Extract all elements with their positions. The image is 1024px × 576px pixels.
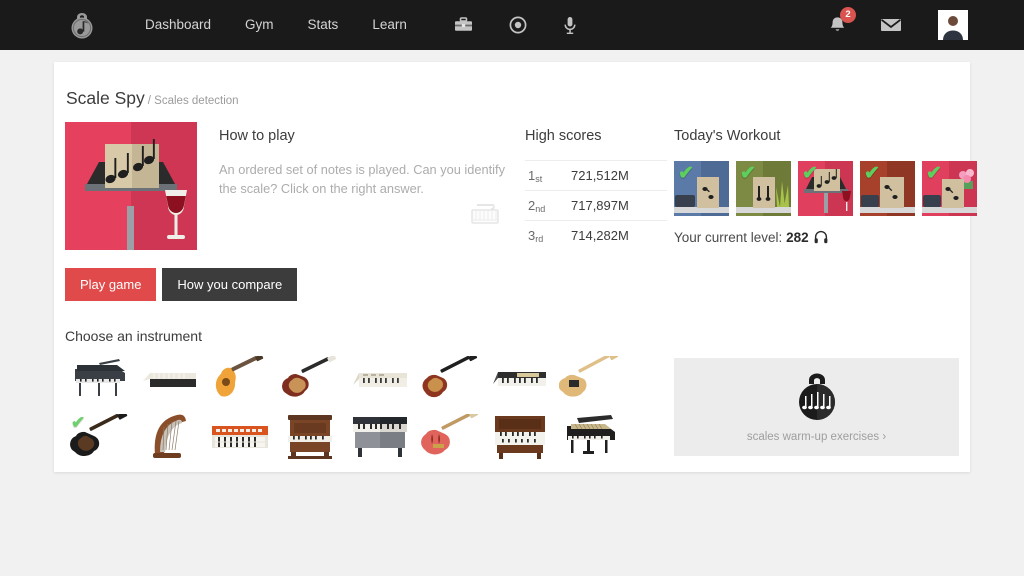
- table-row: 2nd 717,897M: [525, 191, 667, 221]
- play-game-button[interactable]: Play game: [65, 268, 157, 301]
- warmup-exercises-label: scales warm-up exercises ›: [746, 430, 887, 443]
- check-icon: ✔: [802, 163, 818, 184]
- check-icon: ✔: [864, 163, 880, 184]
- current-level: Your current level: 282: [674, 230, 977, 245]
- nav-icon-group: [436, 16, 595, 35]
- instrument-keyboard-slim[interactable]: [135, 354, 205, 402]
- instrument-grand-piano-black[interactable]: [65, 354, 135, 402]
- briefcase-icon[interactable]: [436, 16, 491, 34]
- action-buttons: Play game How you compare: [65, 268, 298, 301]
- current-level-label: Your current level:: [674, 230, 783, 245]
- instrument-acoustic-guitar[interactable]: [205, 354, 275, 402]
- instrument-upright-piano-wood[interactable]: [275, 412, 345, 460]
- high-scores-title: High scores: [525, 128, 602, 144]
- instrument-analog-synth-orange[interactable]: [205, 412, 275, 460]
- todays-workout-title: Today's Workout: [674, 128, 781, 144]
- workout-thumb-1[interactable]: ✔: [674, 161, 729, 216]
- messages-button[interactable]: [862, 17, 920, 33]
- how-you-compare-button[interactable]: How you compare: [162, 268, 298, 301]
- microphone-icon[interactable]: [545, 16, 595, 35]
- nav-link-stats[interactable]: Stats: [291, 0, 356, 50]
- check-icon: ✔: [71, 413, 86, 432]
- headphones-icon: [814, 230, 828, 244]
- page-title: Scale Spy / Scales detection: [66, 88, 239, 109]
- instrument-organ-keyboard[interactable]: [485, 354, 555, 402]
- score-rank: 3rd: [528, 228, 544, 244]
- kettlebell-music-note-logo[interactable]: [64, 7, 100, 43]
- score-rank: 2nd: [528, 198, 546, 214]
- navbar-right: 2: [813, 6, 968, 40]
- instrument-pipe-organ-wood[interactable]: [485, 412, 555, 460]
- workout-thumb-2[interactable]: ✔: [736, 161, 791, 216]
- avatar[interactable]: [938, 10, 968, 40]
- notification-badge: 2: [840, 6, 856, 23]
- current-level-value: 282: [786, 230, 809, 245]
- kettlebell-notes-icon: [798, 373, 835, 420]
- choose-instrument-title: Choose an instrument: [65, 328, 202, 344]
- instrument-grid: ✔: [65, 354, 625, 460]
- todays-workout-section: Today's Workout ✔ ✔ ✔ ✔ ✔ Your current l…: [674, 128, 977, 245]
- nav-link-dashboard[interactable]: Dashboard: [128, 0, 228, 50]
- page-title-main: Scale Spy: [66, 88, 145, 108]
- instrument-electric-guitar-sunburst[interactable]: [275, 354, 345, 402]
- instrument-les-paul-black[interactable]: ✔: [65, 412, 135, 460]
- instrument-electric-piano-grey[interactable]: [345, 412, 415, 460]
- scale-spy-thumbnail[interactable]: [65, 122, 197, 250]
- nav-link-learn[interactable]: Learn: [355, 0, 424, 50]
- score-value: 721,512M: [571, 168, 629, 183]
- instrument-synthesizer-cream[interactable]: [345, 354, 415, 402]
- workout-thumb-5[interactable]: ✔: [922, 161, 977, 216]
- instrument-grand-piano-open[interactable]: [555, 412, 625, 460]
- check-icon: ✔: [740, 163, 756, 184]
- workout-thumb-4[interactable]: ✔: [860, 161, 915, 216]
- how-to-play-body: An ordered set of notes is played. Can y…: [219, 162, 505, 197]
- page-subtitle: / Scales detection: [147, 95, 239, 107]
- table-row: 3rd 714,282M: [525, 221, 667, 250]
- nav-link-gym[interactable]: Gym: [228, 0, 291, 50]
- check-icon: ✔: [926, 163, 942, 184]
- score-rank: 1st: [528, 168, 543, 184]
- score-value: 717,897M: [571, 198, 629, 213]
- score-value: 714,282M: [571, 228, 629, 243]
- top-navbar: Dashboard Gym Stats Learn 2: [0, 0, 1024, 50]
- keyboard-icon: [470, 200, 500, 231]
- notifications-button[interactable]: 2: [813, 6, 862, 35]
- instrument-hollow-body-guitar-red[interactable]: [415, 412, 485, 460]
- how-to-play-title: How to play: [219, 128, 295, 144]
- game-card: Scale Spy / Scales detection How to play…: [54, 62, 977, 472]
- how-to-play-section: How to play An ordered set of notes is p…: [219, 128, 509, 199]
- instrument-harp[interactable]: [135, 412, 205, 460]
- instrument-telecaster-guitar[interactable]: [555, 354, 625, 402]
- table-row: 1st 721,512M: [525, 160, 667, 191]
- instrument-bass-guitar[interactable]: [415, 354, 485, 402]
- warmup-exercises-panel[interactable]: scales warm-up exercises ›: [674, 358, 959, 456]
- nav-links: Dashboard Gym Stats Learn: [128, 0, 424, 50]
- check-icon: ✔: [678, 163, 694, 184]
- workout-thumb-list: ✔ ✔ ✔ ✔ ✔: [674, 161, 977, 216]
- workout-thumb-3[interactable]: ✔: [798, 161, 853, 216]
- record-circle-icon[interactable]: [491, 16, 545, 34]
- envelope-icon: [881, 19, 901, 31]
- high-scores-section: High scores 1st 721,512M 2nd 717,897M 3r…: [525, 128, 667, 250]
